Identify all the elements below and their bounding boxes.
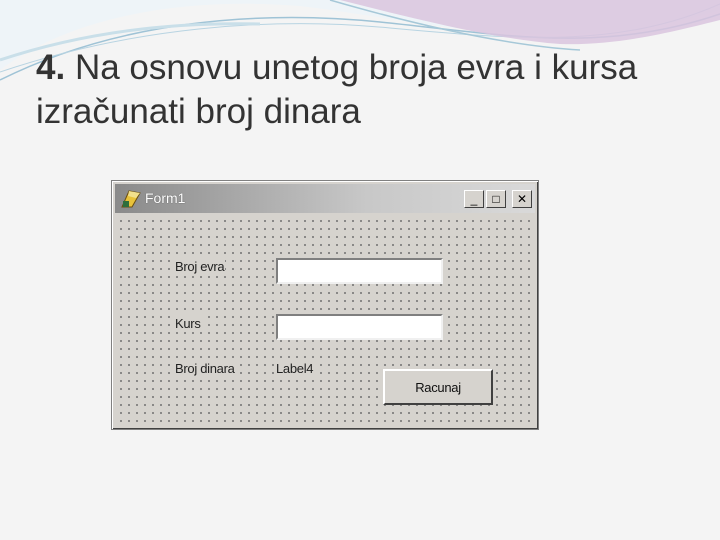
rate-input[interactable] <box>276 314 443 340</box>
window-titlebar[interactable]: Form1 _ □ ✕ <box>115 184 535 213</box>
label-broj-evra: Broj evra <box>174 259 226 274</box>
minimize-icon[interactable]: _ <box>464 190 484 208</box>
form-client-area: Broj evra Kurs Broj dinara Label4 Racuna… <box>115 215 535 426</box>
window-title: Form1 <box>145 190 186 206</box>
maximize-icon[interactable]: □ <box>486 190 506 208</box>
label-broj-dinara: Broj dinara <box>174 361 236 376</box>
slide-title-text: Na osnovu unetog broja evra i kursa izra… <box>36 48 638 131</box>
slide-title: 4. Na osnovu unetog broja evra i kursa i… <box>36 46 686 134</box>
result-label: Label4 <box>275 361 315 376</box>
calculate-button[interactable]: Racunaj <box>383 369 493 405</box>
form-window: Form1 _ □ ✕ Broj evra Kurs Broj dinara L… <box>111 180 539 430</box>
close-icon[interactable]: ✕ <box>512 190 532 208</box>
label-kurs: Kurs <box>174 316 202 331</box>
slide-title-number: 4. <box>36 48 66 87</box>
delphi-app-icon[interactable] <box>120 189 142 209</box>
euros-input[interactable] <box>276 258 443 284</box>
